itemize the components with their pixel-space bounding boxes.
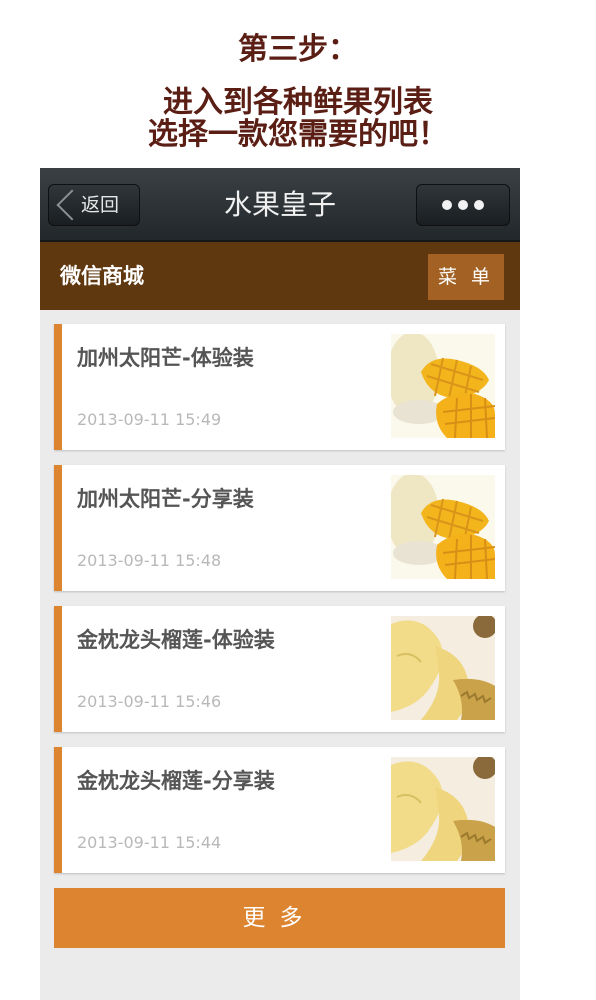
back-button[interactable]: 返回 bbox=[48, 184, 140, 226]
load-more-button[interactable]: 更多 bbox=[54, 888, 505, 948]
shop-name: 微信商城 bbox=[60, 264, 144, 288]
more-options-button[interactable] bbox=[416, 184, 510, 226]
more-dots-icon bbox=[474, 200, 484, 210]
durian-image bbox=[391, 616, 495, 720]
durian-image bbox=[391, 757, 495, 861]
mango-image bbox=[391, 334, 495, 438]
product-title: 金枕龙头榴莲-体验装 bbox=[77, 628, 275, 652]
shop-header: 微信商城 菜 单 bbox=[40, 242, 520, 310]
more-dots-icon bbox=[458, 200, 468, 210]
more-dots-icon bbox=[442, 200, 452, 210]
product-date: 2013-09-11 15:48 bbox=[77, 551, 222, 570]
product-item[interactable]: 金枕龙头榴莲-体验装 2013-09-11 15:46 bbox=[54, 606, 505, 732]
app-title: 水果皇子 bbox=[223, 188, 336, 221]
product-item[interactable]: 金枕龙头榴莲-分享装 2013-09-11 15:44 bbox=[54, 747, 505, 873]
title-bar: 返回 水果皇子 bbox=[40, 168, 520, 242]
product-item[interactable]: 加州太阳芒-体验装 2013-09-11 15:49 bbox=[54, 324, 505, 450]
mango-image bbox=[391, 475, 495, 579]
product-date: 2013-09-11 15:46 bbox=[77, 692, 222, 711]
product-date: 2013-09-11 15:49 bbox=[77, 410, 222, 429]
product-title: 加州太阳芒-体验装 bbox=[77, 346, 254, 370]
instruction-line-2: 选择一款您需要的吧！ bbox=[148, 117, 448, 152]
step-label: 第三步： bbox=[238, 32, 358, 67]
product-item[interactable]: 加州太阳芒-分享装 2013-09-11 15:48 bbox=[54, 465, 505, 591]
phone-screen: 返回 水果皇子 微信商城 菜 单 加州太阳芒-体验装 2013-09-11 15… bbox=[40, 168, 520, 1000]
product-title: 金枕龙头榴莲-分享装 bbox=[77, 769, 275, 793]
product-title: 加州太阳芒-分享装 bbox=[77, 487, 254, 511]
product-list: 加州太阳芒-体验装 2013-09-11 15:49 加州太阳芒-分享装 201… bbox=[54, 324, 505, 888]
menu-button[interactable]: 菜 单 bbox=[428, 254, 504, 300]
product-date: 2013-09-11 15:44 bbox=[77, 833, 222, 852]
instruction-line-1: 进入到各种鲜果列表 bbox=[163, 85, 433, 120]
